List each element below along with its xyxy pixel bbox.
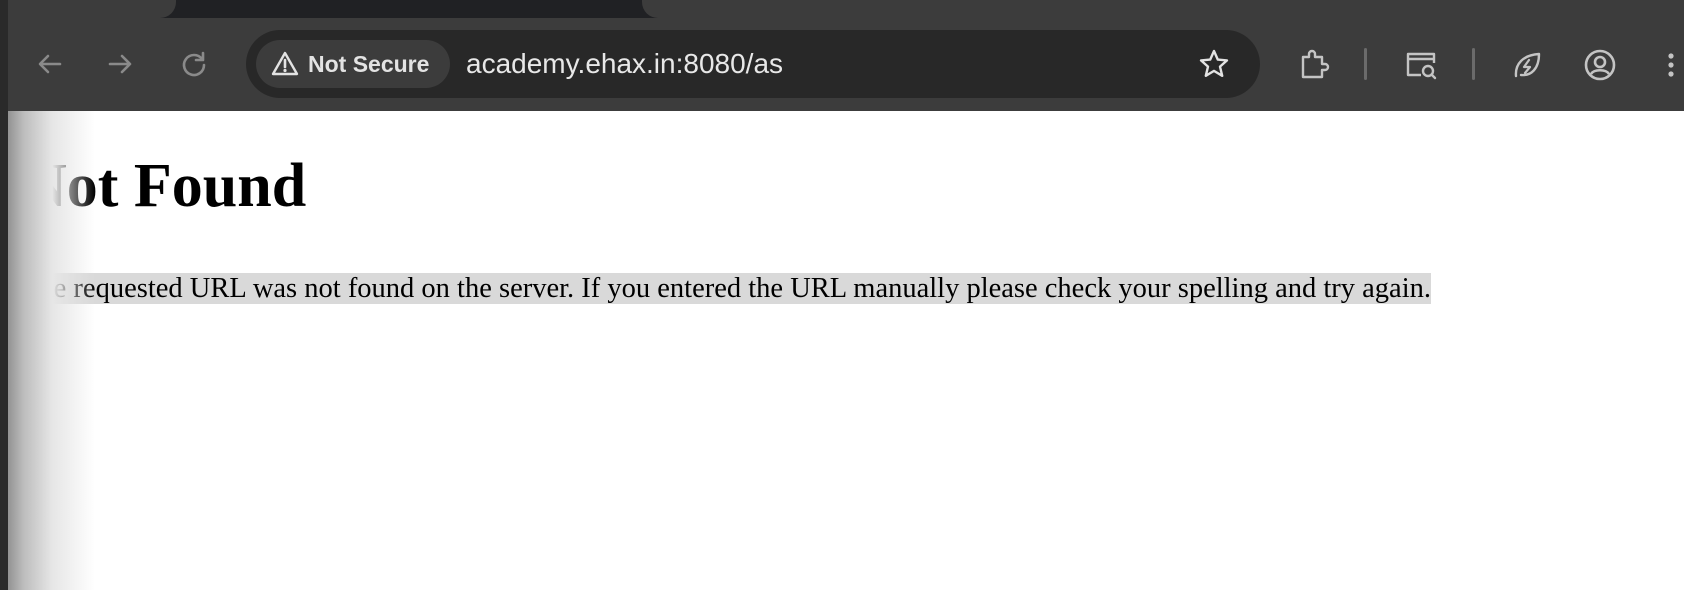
tab-search-icon <box>1406 52 1437 80</box>
menu-kebab-icon <box>1668 53 1674 77</box>
reload-icon <box>182 51 206 77</box>
performance-leaf-icon <box>1514 52 1541 78</box>
browser-toolbar: Not Secure academy.ehax.in:8080/as <box>0 18 1684 111</box>
security-label: Not Secure <box>308 50 430 77</box>
browser-menu-button[interactable] <box>1654 46 1684 84</box>
extensions-button[interactable] <box>1294 46 1332 84</box>
tab-search-button[interactable] <box>1402 46 1440 84</box>
bookmark-star-button[interactable] <box>1196 46 1232 82</box>
arrow-right-icon <box>108 54 132 74</box>
window-edge <box>0 0 8 590</box>
tab-strip <box>0 0 1684 18</box>
error-message: The requested URL was not found on the s… <box>22 271 1431 307</box>
url-text[interactable]: academy.ehax.in:8080/as <box>466 30 783 98</box>
browser-window: Not Secure academy.ehax.in:8080/as Not F… <box>0 0 1684 590</box>
performance-button[interactable] <box>1508 46 1546 84</box>
arrow-left-icon <box>38 54 62 74</box>
browser-tab[interactable] <box>642 0 1684 18</box>
forward-button[interactable] <box>102 46 138 82</box>
profile-button[interactable] <box>1581 46 1619 84</box>
toolbar-divider <box>1472 48 1475 80</box>
reload-button[interactable] <box>176 46 212 82</box>
browser-tab[interactable] <box>0 0 176 18</box>
page-title: Not Found <box>22 152 307 220</box>
star-outline-icon <box>1199 49 1229 77</box>
warning-triangle-icon <box>270 49 300 79</box>
profile-avatar-icon <box>1584 49 1616 81</box>
toolbar-divider <box>1364 48 1367 80</box>
page-content: Not Found The requested URL was not foun… <box>0 111 1684 590</box>
address-bar[interactable]: Not Secure academy.ehax.in:8080/as <box>246 30 1260 98</box>
selected-text: The requested URL was not found on the s… <box>22 273 1431 304</box>
security-indicator-chip[interactable]: Not Secure <box>256 40 450 88</box>
back-button[interactable] <box>32 46 68 82</box>
extensions-puzzle-icon <box>1301 49 1330 79</box>
